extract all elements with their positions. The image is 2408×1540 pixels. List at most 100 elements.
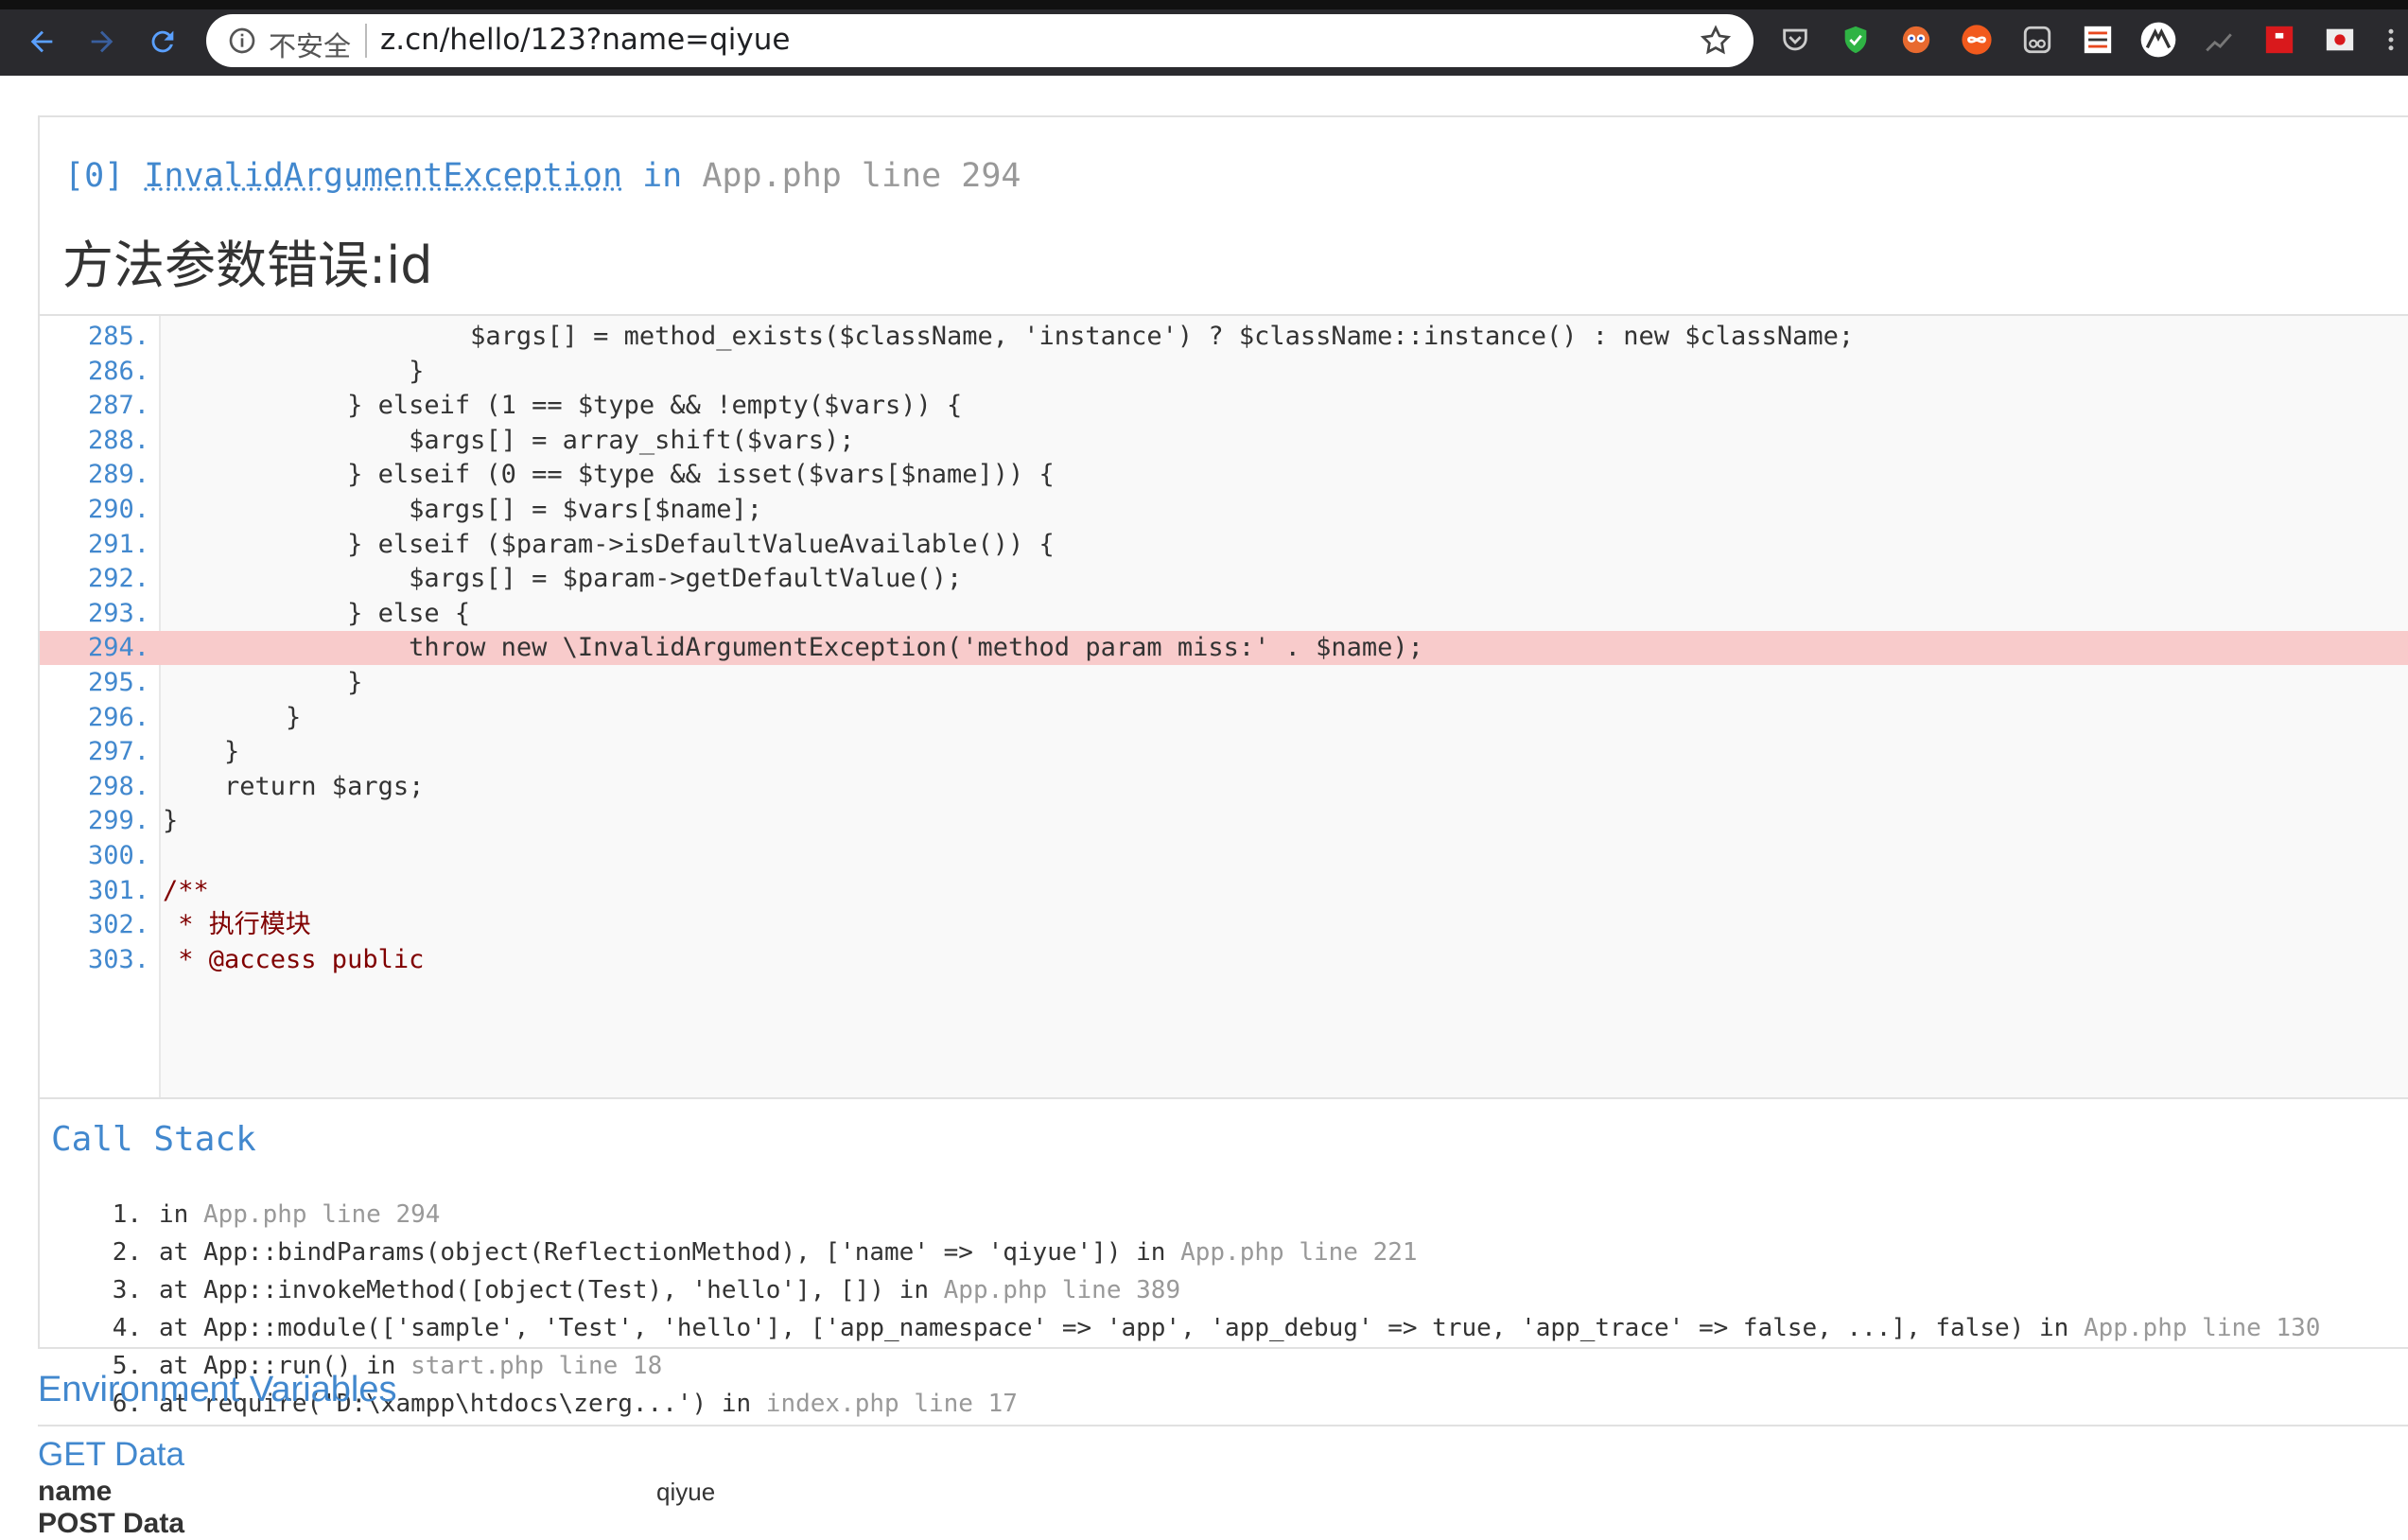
line-number: 301.: [87, 875, 149, 905]
url-text[interactable]: z.cn/hello/123?name=qiyue: [380, 23, 791, 57]
exception-class-link[interactable]: InvalidArgumentException: [144, 157, 622, 195]
reload-button[interactable]: [140, 19, 185, 64]
code-line: 288. $args[] = array_shift($vars);: [40, 424, 2408, 458]
code-line: 303. * @access public: [40, 943, 2408, 977]
screenshot-extension-button[interactable]: [2319, 19, 2361, 61]
stack-item-location: App.php line 130: [2083, 1314, 2321, 1342]
line-number: 293.: [87, 598, 149, 628]
menu-button[interactable]: [2370, 19, 2408, 61]
infinity-extension-button[interactable]: [1956, 19, 1998, 61]
get-data-key: name: [38, 1476, 113, 1507]
address-bar[interactable]: 不安全 z.cn/hello/123?name=qiyue: [206, 14, 1754, 67]
line-number: 289.: [87, 460, 149, 490]
translate-extension-button[interactable]: [1895, 19, 1937, 61]
stack-item-location: start.php line 18: [410, 1352, 663, 1380]
call-stack-title: Call Stack: [51, 1120, 256, 1159]
code-line: 287. } elseif (1 == $type && !empty($var…: [40, 389, 2408, 423]
stack-item-call: at App::invokeMethod([object(Test), 'hel…: [159, 1276, 944, 1304]
reload-icon: [151, 30, 174, 53]
back-button[interactable]: [19, 19, 64, 64]
line-number: 290.: [87, 495, 149, 524]
glasses-icon: [2023, 26, 2051, 54]
pocket-icon: [1783, 28, 1807, 51]
code-text: return $args;: [163, 771, 425, 801]
code-text: throw new \InvalidArgumentException('met…: [163, 633, 1423, 663]
code-line: 298. return $args;: [40, 770, 2408, 804]
arrow-right-icon: [91, 30, 113, 53]
code-line: 292. $args[] = $param->getDefaultValue()…: [40, 562, 2408, 596]
chart-extension-button[interactable]: [2198, 19, 2240, 61]
sliders-icon: [2084, 26, 2112, 54]
exception-title: [0] InvalidArgumentException in App.php …: [64, 157, 1021, 195]
exception-location: App.php line 294: [702, 157, 1021, 195]
call-stack-item: 2. at App::bindParams(object(ReflectionMe…: [78, 1234, 1418, 1271]
get-data-title: GET Data: [38, 1436, 184, 1473]
stack-item-number: 1.: [112, 1200, 142, 1229]
line-number: 291.: [87, 529, 149, 559]
arrow-left-icon: [30, 30, 53, 53]
owl-icon: [1902, 26, 1930, 54]
code-text: } elseif (0 == $type && isset($vars[$nam…: [163, 460, 1055, 490]
code-line: 291. } elseif ($param->isDefaultValueAva…: [40, 528, 2408, 562]
line-number: 288.: [87, 425, 149, 455]
code-text: }: [163, 668, 363, 697]
code-text: $args[] = $vars[$name];: [163, 495, 762, 524]
code-text: /**: [163, 875, 209, 905]
code-line: 297. }: [40, 735, 2408, 769]
stack-item-call: at App::bindParams(object(ReflectionMeth…: [159, 1238, 1181, 1267]
call-stack-item: 3. at App::invokeMethod([object(Test), 'h…: [78, 1271, 1180, 1309]
info-icon[interactable]: [227, 26, 257, 56]
exception-header: [0] InvalidArgumentException in App.php …: [40, 117, 2408, 316]
settings-extension-button[interactable]: [2077, 19, 2119, 61]
exception-message: 方法参数错误:id: [62, 236, 433, 295]
line-number: 303.: [87, 944, 149, 974]
red-extension-button[interactable]: [2259, 19, 2300, 61]
code-text: }: [163, 356, 425, 386]
call-stack-item: 4. at App::module(['sample', 'Test', 'hel…: [78, 1309, 2321, 1347]
line-number: 286.: [87, 356, 149, 386]
code-line: 289. } elseif (0 == $type && isset($vars…: [40, 458, 2408, 492]
infinity-icon: [1962, 25, 1992, 55]
mountain-logo-icon: [2140, 22, 2176, 58]
post-data-title: POST Data: [38, 1508, 185, 1539]
line-number: 292.: [87, 564, 149, 594]
record-icon: [2326, 28, 2354, 51]
stack-item-call: at App::module(['sample', 'Test', 'hello…: [159, 1314, 2084, 1342]
stack-item-location: App.php line 389: [943, 1276, 1181, 1304]
divider: [38, 1425, 2408, 1426]
browser-toolbar: 不安全 z.cn/hello/123?name=qiyue: [0, 0, 2408, 76]
shield-check-icon: [1844, 26, 1867, 54]
forward-button[interactable]: [79, 19, 125, 64]
code-text: } else {: [163, 598, 471, 628]
reader-extension-button[interactable]: [2016, 19, 2058, 61]
vpn-extension-button[interactable]: [2138, 19, 2179, 61]
line-number: 298.: [87, 771, 149, 801]
env-variables-title: Environment Variables: [38, 1370, 397, 1409]
code-text: }: [163, 737, 240, 767]
bookmark-star-icon[interactable]: [1699, 24, 1733, 58]
stack-item-location: index.php line 17: [765, 1390, 1018, 1418]
line-number: 302.: [87, 910, 149, 940]
code-line: 286. }: [40, 355, 2408, 389]
call-stack-item: 1. in App.php line 294: [78, 1196, 441, 1234]
chart-icon: [2206, 33, 2232, 52]
insecure-label[interactable]: 不安全: [269, 25, 351, 64]
code-line: 301. /**: [40, 874, 2408, 908]
shield-extension-button[interactable]: [1835, 19, 1876, 61]
code-line: 296. }: [40, 701, 2408, 735]
tab-strip: [0, 0, 2408, 9]
divider: [365, 24, 367, 58]
stack-item-call: in: [159, 1200, 203, 1229]
code-text: }: [163, 702, 302, 732]
code-text: } elseif ($param->isDefaultValueAvailabl…: [163, 529, 1055, 559]
code-line: 293. } else {: [40, 597, 2408, 631]
get-data-value: qiyue: [656, 1478, 716, 1506]
highlighted-code-line: 294. throw new \InvalidArgumentException…: [40, 631, 2408, 666]
pocket-extension-button[interactable]: [1774, 19, 1816, 61]
flag-icon: [2265, 26, 2294, 54]
line-number: 295.: [87, 668, 149, 697]
exception-panel: [0] InvalidArgumentException in App.php …: [38, 115, 2408, 1418]
stack-item-location: App.php line 294: [202, 1200, 441, 1229]
code-line: 295. }: [40, 666, 2408, 700]
code-text: } elseif (1 == $type && !empty($vars)) {: [163, 391, 963, 421]
